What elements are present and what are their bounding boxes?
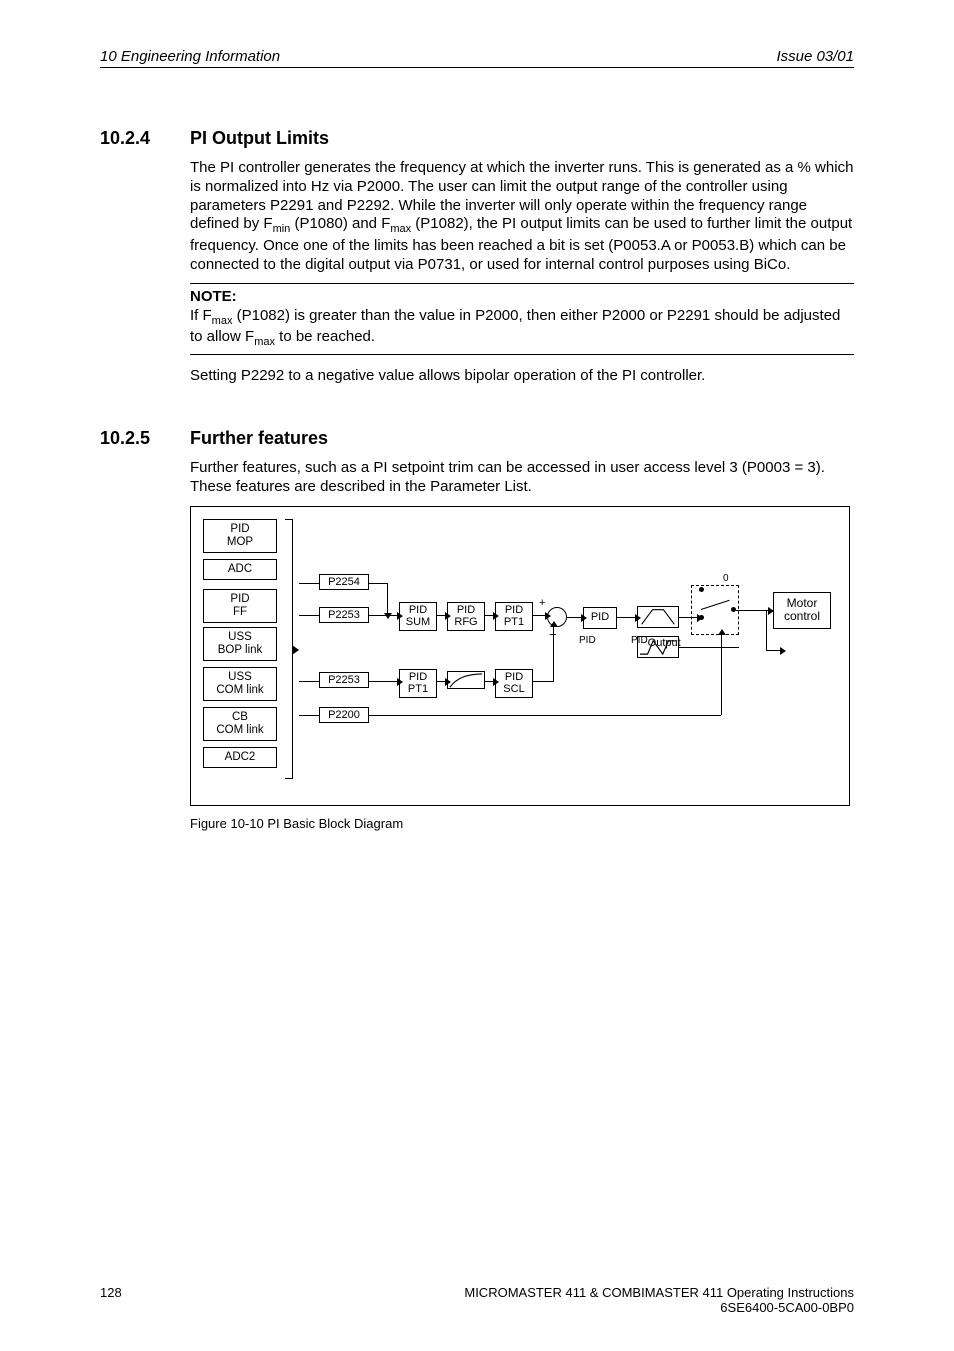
flow-line: [485, 615, 493, 616]
flow-line: [369, 583, 387, 584]
connector-line: [299, 681, 319, 682]
block-pid-rfg: PID RFG: [447, 602, 485, 631]
footer-page-number: 128: [100, 1285, 122, 1315]
tap-p2200: P2200: [319, 707, 369, 723]
block-motor-control: Motor control: [773, 592, 831, 628]
footer-right: MICROMASTER 411 & COMBIMASTER 411 Operat…: [464, 1285, 854, 1315]
block-pid: PID: [583, 607, 617, 629]
src-cb-com: CB COM link: [203, 707, 277, 740]
flow-line: [437, 615, 445, 616]
flow-line: [387, 583, 388, 613]
section-heading-pi-output-limits: 10.2.4 PI Output Limits: [100, 128, 854, 149]
flow-line: [679, 647, 739, 648]
section-number: 10.2.4: [100, 128, 190, 149]
note-body: If Fmax (P1082) is greater than the valu…: [190, 307, 854, 351]
src-adc: ADC: [203, 559, 277, 580]
header-left: 10 Engineering Information: [100, 48, 280, 65]
src-uss-com: USS COM link: [203, 667, 277, 700]
flow-line: [567, 617, 581, 618]
switch-zero-label: 0: [723, 573, 729, 584]
block-pid-pt1-bottom: PID PT1: [399, 669, 437, 698]
tap-p2254: P2254: [319, 574, 369, 590]
pt1-curve-icon: [447, 671, 485, 689]
flow-line: [766, 650, 780, 651]
para-p2292-negative: Setting P2292 to a negative value allows…: [190, 367, 854, 386]
src-uss-bop: USS BOP link: [203, 627, 277, 660]
flow-line: [369, 681, 397, 682]
flow-line: [437, 681, 445, 682]
src-adc2: ADC2: [203, 747, 277, 768]
note-label: NOTE:: [190, 288, 854, 305]
flow-line: [736, 610, 768, 611]
block-pid-scl: PID SCL: [495, 669, 533, 698]
para-pi-output-limits: The PI controller generates the frequenc…: [190, 159, 854, 275]
page-footer: 128 MICROMASTER 411 & COMBIMASTER 411 Op…: [100, 1285, 854, 1315]
flow-line: [553, 627, 554, 682]
flow-line: [533, 681, 553, 682]
flow-line: [766, 610, 767, 650]
connector-line: [299, 715, 319, 716]
note-box: NOTE: If Fmax (P1082) is greater than th…: [190, 283, 854, 356]
figure-caption: Figure 10-10 PI Basic Block Diagram: [190, 816, 854, 831]
plus-icon: +: [539, 597, 545, 609]
src-pid-ff: PID FF: [203, 589, 277, 622]
section-title: Further features: [190, 428, 328, 449]
connector-line: [299, 583, 319, 584]
connector-line: [299, 615, 319, 616]
label-pid-small: PID: [579, 635, 596, 646]
header-right: Issue 03/01: [776, 48, 854, 65]
para-further-features: Further features, such as a PI setpoint …: [190, 459, 854, 497]
page-header: 10 Engineering Information Issue 03/01: [100, 48, 854, 68]
src-pid-mop: PID MOP: [203, 519, 277, 552]
bracket-arrow-icon: [292, 645, 299, 655]
flow-line: [679, 617, 697, 618]
section-number: 10.2.5: [100, 428, 190, 449]
tap-p2253-top: P2253: [319, 607, 369, 623]
footer-line-1: MICROMASTER 411 & COMBIMASTER 411 Operat…: [464, 1285, 854, 1300]
section-title: PI Output Limits: [190, 128, 329, 149]
block-pid-pt1-top: PID PT1: [495, 602, 533, 631]
flow-line: [533, 615, 545, 616]
block-pid-sum: PID SUM: [399, 602, 437, 631]
label-pid-output: PIDOutput: [631, 635, 681, 649]
section-heading-further-features: 10.2.5 Further features: [100, 428, 854, 449]
flow-line: [485, 681, 493, 682]
footer-line-2: 6SE6400-5CA00-0BP0: [464, 1300, 854, 1315]
pi-block-diagram: PID MOP ADC PID FF USS BOP link USS COM …: [190, 506, 850, 806]
tap-p2253-bottom: P2253: [319, 672, 369, 688]
flow-line: [617, 617, 635, 618]
flow-line: [369, 715, 721, 716]
ramp-symbol-icon: [637, 606, 679, 628]
